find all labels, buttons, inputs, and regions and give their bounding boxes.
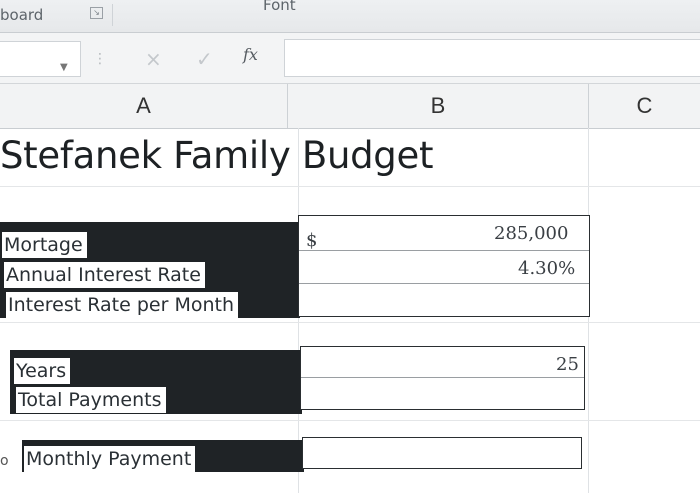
cell-divider — [299, 283, 589, 284]
currency-symbol: $ — [306, 230, 318, 251]
chevron-down-icon[interactable]: ▼ — [60, 62, 68, 73]
ribbon-group-font-label: Font — [263, 0, 296, 14]
column-header-b[interactable]: B — [288, 84, 589, 128]
cell-divider — [301, 377, 584, 378]
dialog-launcher-icon[interactable]: ↘ — [90, 7, 103, 19]
label-years[interactable]: Years — [14, 358, 71, 384]
row-number-fragment: o — [0, 453, 9, 469]
ribbon-separator — [112, 4, 113, 26]
ribbon: board ↘ Font — [0, 0, 700, 33]
label-total-payments[interactable]: Total Payments — [16, 387, 166, 413]
gridline — [0, 322, 700, 323]
gridline — [0, 186, 700, 187]
formula-bar: ▼ ⋮ × ✓ fx — [0, 33, 700, 84]
name-box[interactable]: ▼ — [0, 41, 81, 77]
drag-handle-icon[interactable]: ⋮ — [93, 51, 107, 67]
value-mortgage[interactable]: 285,000 — [494, 223, 568, 244]
insert-function-icon[interactable]: fx — [243, 45, 258, 64]
cancel-icon[interactable]: × — [145, 47, 162, 71]
column-header-a[interactable]: A — [0, 84, 288, 128]
column-header-c[interactable]: C — [589, 84, 700, 128]
sheet-title[interactable]: Stefanek Family Budget — [0, 134, 433, 177]
label-annual-interest-rate[interactable]: Annual Interest Rate — [4, 262, 205, 288]
label-interest-rate-per-month[interactable]: Interest Rate per Month — [6, 292, 239, 318]
enter-icon[interactable]: ✓ — [196, 47, 213, 71]
gridline — [0, 420, 700, 421]
value-monthly-payment[interactable] — [302, 437, 582, 469]
column-headers: A B C — [0, 84, 700, 129]
label-mortgage[interactable]: Mortage — [2, 232, 87, 258]
value-annual-interest-rate[interactable]: 4.30% — [518, 258, 575, 279]
value-block — [300, 346, 585, 410]
ribbon-group-clipboard-label: board — [0, 6, 44, 24]
formula-input[interactable] — [284, 39, 700, 77]
cell-divider — [299, 250, 589, 251]
label-monthly-payment[interactable]: Monthly Payment — [24, 446, 196, 472]
value-years[interactable]: 25 — [556, 354, 579, 375]
